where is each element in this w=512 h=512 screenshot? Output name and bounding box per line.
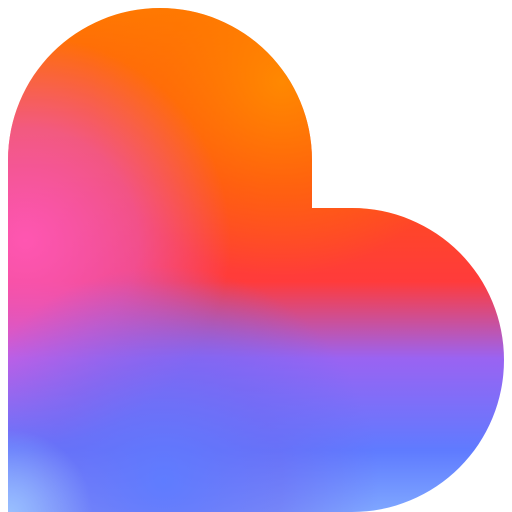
heart-logo-icon <box>8 8 504 512</box>
heart-shape <box>8 8 504 512</box>
app-icon-canvas <box>0 0 512 512</box>
